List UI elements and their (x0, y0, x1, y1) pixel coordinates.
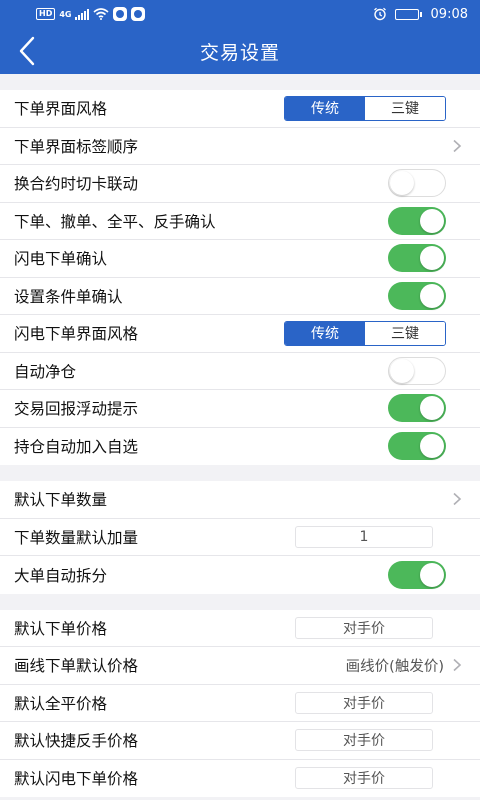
back-button[interactable] (10, 34, 44, 68)
setting-row: 持仓自动加入自选 (0, 428, 480, 466)
status-bar: HD 4G 09:08 (0, 0, 480, 28)
setting-label: 默认快捷反手价格 (14, 732, 139, 751)
toggle-knob (420, 396, 444, 421)
setting-row: 默认下单价格 对手价 (0, 610, 480, 647)
value-field[interactable]: 对手价 (295, 767, 433, 790)
setting-row: 交易回报浮动提示 (0, 390, 480, 428)
setting-label: 下单界面标签顺序 (14, 137, 139, 156)
toggle-knob (420, 283, 444, 308)
alarm-icon (373, 7, 386, 21)
app-icon (113, 7, 128, 21)
section-gap (0, 465, 480, 481)
toggle-switch[interactable] (388, 394, 446, 423)
toggle-switch[interactable] (388, 169, 446, 198)
style-segmented-control: 传统 三键 (284, 95, 446, 121)
value-field[interactable]: 1 (295, 525, 433, 548)
setting-row[interactable]: 默认下单数量 (0, 481, 480, 519)
page-title: 交易设置 (199, 41, 280, 64)
segment-option[interactable]: 三键 (365, 321, 445, 345)
segment-option[interactable]: 传统 (285, 321, 365, 345)
setting-label: 默认闪电下单价格 (14, 770, 139, 789)
toggle-switch[interactable] (388, 244, 446, 273)
setting-label: 闪电下单确认 (14, 250, 108, 269)
setting-label: 闪电下单界面风格 (14, 325, 139, 344)
toggle-switch[interactable] (388, 356, 446, 385)
setting-label: 默认下单数量 (14, 491, 108, 510)
section-gap (0, 593, 480, 610)
chevron-right-icon (453, 659, 462, 672)
setting-label: 画线下单默认价格 (14, 657, 139, 676)
toggle-knob (390, 358, 414, 383)
chevron-right-icon (453, 493, 462, 506)
toggle-knob (420, 562, 444, 587)
settings-list: 下单界面风格 传统 三键 下单界面标签顺序 换合约时切卡联动 下单、撤单、全平、反手确认闪… (0, 74, 480, 797)
setting-row: 默认闪电下单价格 对手价 (0, 760, 480, 798)
setting-row: 自动净仓 (0, 353, 480, 390)
signal-icon (75, 8, 90, 20)
wifi-icon (93, 8, 110, 20)
toggle-knob (420, 246, 444, 271)
segment-option[interactable]: 传统 (285, 96, 365, 120)
segment-option[interactable]: 三键 (365, 96, 445, 120)
style-segmented-control: 传统 三键 (284, 320, 446, 346)
setting-label: 默认全平价格 (14, 694, 108, 713)
setting-row: 默认全平价格 对手价 (0, 685, 480, 722)
battery-icon (394, 8, 422, 20)
setting-label: 大单自动拆分 (14, 566, 108, 585)
setting-label: 下单、撤单、全平、反手确认 (14, 212, 216, 231)
chevron-left-icon (19, 36, 35, 66)
setting-label: 默认下单价格 (14, 619, 108, 638)
setting-label: 设置条件单确认 (14, 287, 123, 306)
app-icon (131, 7, 146, 21)
setting-label: 自动净仓 (14, 362, 77, 381)
toggle-knob (420, 208, 444, 233)
setting-row: 换合约时切卡联动 (0, 165, 480, 203)
setting-row: 设置条件单确认 (0, 278, 480, 315)
setting-row[interactable]: 下单界面标签顺序 (0, 128, 480, 165)
setting-row: 下单界面风格 传统 三键 (0, 90, 480, 128)
value-field[interactable]: 对手价 (295, 616, 433, 639)
chevron-right-icon (453, 139, 462, 152)
setting-row: 闪电下单界面风格 传统 三键 (0, 315, 480, 353)
toggle-switch[interactable] (388, 432, 446, 461)
setting-label: 换合约时切卡联动 (14, 175, 139, 194)
toggle-switch[interactable] (388, 281, 446, 310)
settings-section: 下单界面风格 传统 三键 下单界面标签顺序 换合约时切卡联动 下单、撤单、全平、反手确认闪… (0, 90, 480, 465)
value-field[interactable]: 对手价 (295, 691, 433, 714)
toggle-switch[interactable] (388, 560, 446, 589)
setting-row: 闪电下单确认 (0, 240, 480, 278)
setting-row[interactable]: 画线下单默认价格 画线价(触发价) (0, 647, 480, 685)
hd-badge: HD (36, 8, 56, 20)
network-label: 4G (59, 9, 72, 19)
settings-section: 默认下单数量下单数量默认加量 1 大单自动拆分 (0, 481, 480, 594)
setting-row: 默认快捷反手价格 对手价 (0, 722, 480, 760)
setting-row: 下单、撤单、全平、反手确认 (0, 203, 480, 240)
price-value: 画线价(触发价) (345, 658, 444, 675)
setting-label: 下单界面风格 (14, 100, 108, 119)
status-right: 09:08 (373, 7, 468, 22)
setting-row: 下单数量默认加量 1 (0, 519, 480, 556)
setting-label: 下单数量默认加量 (14, 528, 139, 547)
section-gap (0, 74, 480, 90)
toggle-switch[interactable] (388, 206, 446, 235)
price-selector[interactable]: 画线价(触发价) (346, 655, 466, 676)
value-field[interactable]: 对手价 (295, 729, 433, 752)
header-bar: 交易设置 (0, 28, 480, 74)
status-time: 09:08 (430, 6, 468, 22)
toggle-knob (420, 434, 444, 459)
toggle-knob (390, 171, 414, 196)
setting-label: 持仓自动加入自选 (14, 438, 139, 457)
status-left: HD 4G (36, 7, 146, 21)
settings-section: 默认下单价格 对手价 画线下单默认价格 画线价(触发价) 默认全平价格 对手价 默认快捷反手… (0, 609, 480, 798)
setting-row: 大单自动拆分 (0, 556, 480, 594)
setting-label: 交易回报浮动提示 (14, 400, 139, 419)
